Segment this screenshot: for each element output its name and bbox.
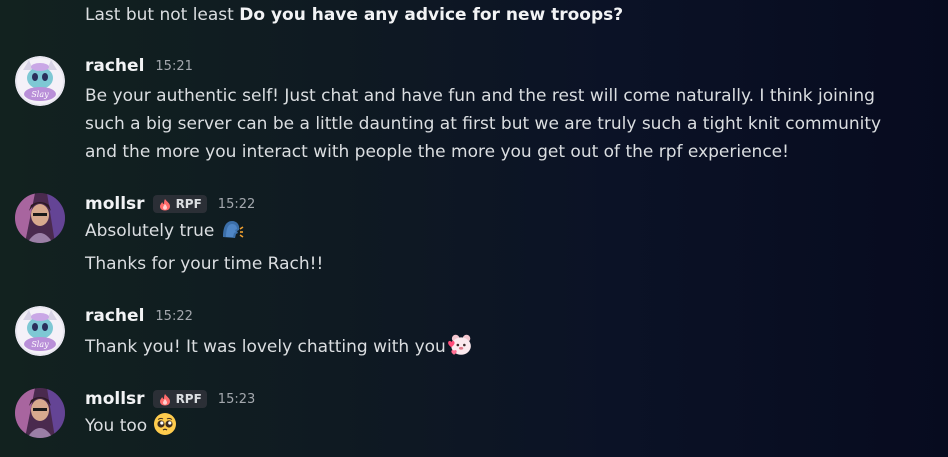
avatar-rachel[interactable]: Slay <box>15 306 65 356</box>
role-tag[interactable]: RPF <box>152 195 207 213</box>
message-text-line1: Absolutely true <box>85 221 215 241</box>
flame-badge-icon <box>159 198 170 210</box>
message-text-bold: Do you have any advice for new troops? <box>239 5 624 25</box>
message-text-prefix: Last but not least <box>85 5 240 25</box>
role-tag[interactable]: RPF <box>152 390 207 408</box>
message-text: Be your authentic self! Just chat and ha… <box>85 86 882 162</box>
message-header: mollsr RPF 15:23 <box>85 389 255 409</box>
username[interactable]: mollsr <box>85 194 145 214</box>
message-header: mollsr RPF 15:22 <box>85 194 255 214</box>
message-text: Thanks for your time Rach!! <box>85 254 324 274</box>
avatar-rachel[interactable]: Slay <box>15 56 65 106</box>
role-tag-label: RPF <box>175 392 202 406</box>
username[interactable]: rachel <box>85 306 144 326</box>
avatar-mollsr[interactable] <box>15 193 65 243</box>
message-text: Absolutely true <box>85 217 918 245</box>
svg-text:Slay: Slay <box>31 90 49 99</box>
speaking-head-emoji <box>222 221 244 238</box>
role-tag-label: RPF <box>175 197 202 211</box>
timestamp[interactable]: 15:22 <box>218 197 255 212</box>
message-header: rachel 15:22 <box>85 306 193 326</box>
timestamp[interactable]: 15:22 <box>155 309 192 324</box>
username[interactable]: mollsr <box>85 389 145 409</box>
timestamp[interactable]: 15:23 <box>218 392 255 407</box>
message-text-body: Thank you! It was lovely chatting with y… <box>85 337 446 357</box>
message-text: Last but not least Do you have any advic… <box>85 1 918 29</box>
avatar-mollsr[interactable] <box>15 388 65 438</box>
timestamp[interactable]: 15:21 <box>155 59 192 74</box>
pleading-face-emoji <box>153 413 176 435</box>
username[interactable]: rachel <box>85 56 144 76</box>
heart-bear-emoji <box>447 334 471 355</box>
message-text: Thank you! It was lovely chatting with y… <box>85 332 918 361</box>
message-text: You too <box>85 412 918 440</box>
message-text-body: You too <box>85 416 148 436</box>
svg-text:Slay: Slay <box>31 340 49 349</box>
chat-log: Last but not least Do you have any advic… <box>0 0 948 457</box>
flame-badge-icon <box>159 393 170 405</box>
message-header: rachel 15:21 <box>85 56 193 76</box>
